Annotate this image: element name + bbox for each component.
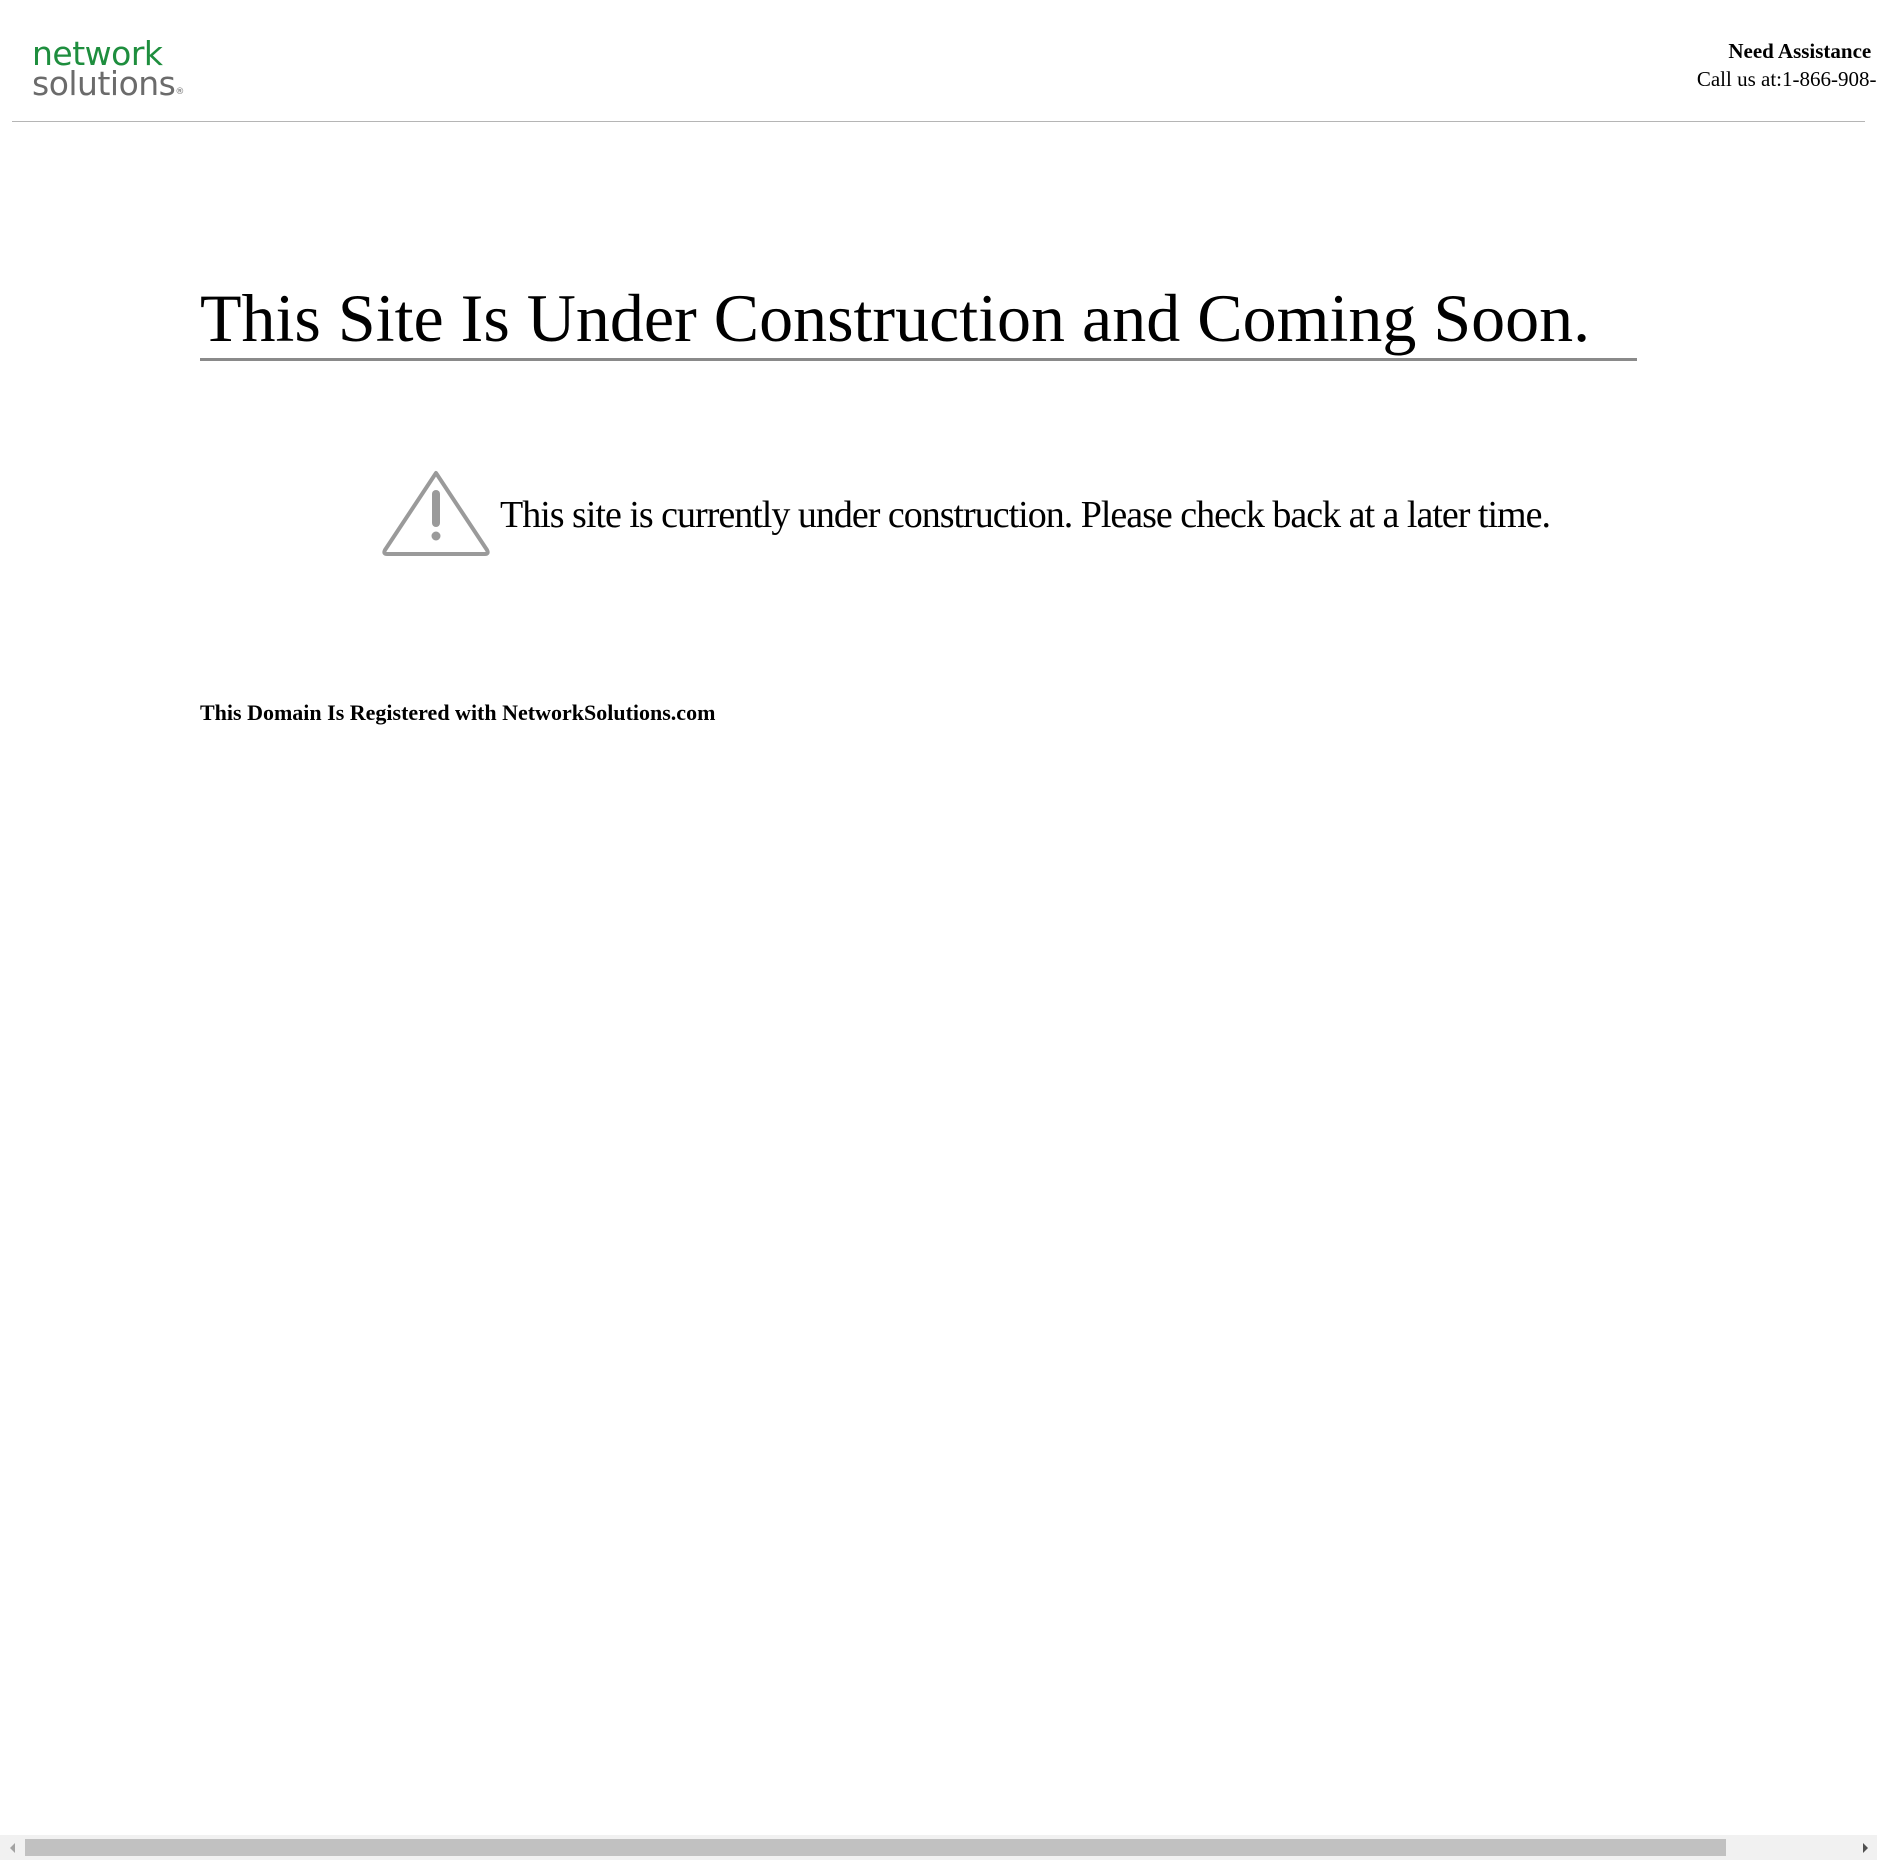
registered-domain-text: This Domain Is Registered with NetworkSo… bbox=[200, 700, 716, 725]
header: network solutions® Need Assistance ? Cal… bbox=[12, 0, 1877, 122]
arrow-right-icon[interactable] bbox=[1852, 1835, 1877, 1860]
construction-message: This site is currently under constructio… bbox=[500, 494, 1551, 536]
horizontal-scrollbar[interactable] bbox=[0, 1835, 1877, 1860]
network-solutions-logo[interactable]: network solutions® bbox=[32, 37, 184, 100]
warning-triangle-icon bbox=[382, 471, 490, 556]
scrollbar-thumb[interactable] bbox=[25, 1839, 1726, 1856]
page-title: This Site Is Under Construction and Comi… bbox=[200, 278, 1637, 361]
logo-solutions-word: solutions bbox=[32, 64, 176, 103]
call-us-phone: Call us at:1-866-908-3 bbox=[1696, 67, 1877, 91]
assistance-box: Need Assistance ? Call us at:1-866-908-3 bbox=[1697, 38, 1877, 94]
assistance-title: Need Assistance ? bbox=[1728, 39, 1877, 63]
logo-registered-mark: ® bbox=[175, 87, 184, 97]
page: network solutions® Need Assistance ? Cal… bbox=[0, 0, 1877, 1860]
arrow-left-icon[interactable] bbox=[0, 1835, 25, 1860]
construction-notice: This site is currently under constructio… bbox=[380, 468, 1551, 558]
logo-solutions-text: solutions® bbox=[32, 67, 184, 100]
